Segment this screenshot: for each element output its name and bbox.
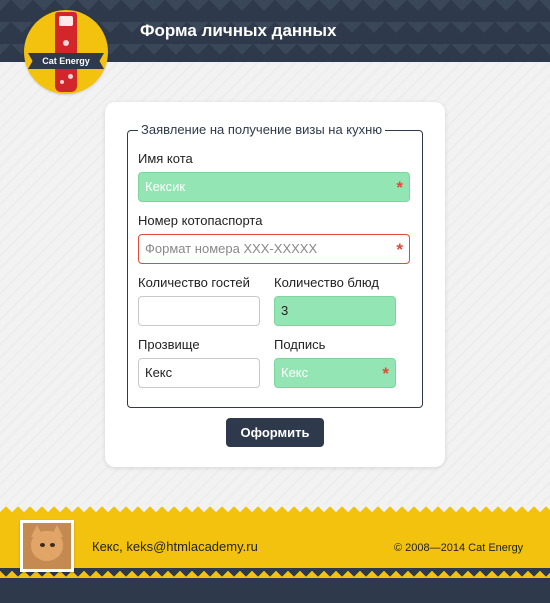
signature-label: Подпись bbox=[274, 337, 326, 352]
cat-name-label: Имя кота bbox=[138, 151, 193, 166]
logo-text: Cat Energy bbox=[42, 56, 90, 66]
bubble-icon bbox=[63, 40, 69, 46]
cat-eye-icon bbox=[50, 543, 55, 547]
visa-fieldset: Заявление на получение визы на кухню Имя… bbox=[127, 122, 423, 408]
page-title: Форма личных данных bbox=[140, 21, 337, 40]
required-asterisk-icon: * bbox=[382, 364, 389, 383]
user-contact[interactable]: Кекс, keks@htmlacademy.ru bbox=[92, 539, 258, 554]
bubble-icon bbox=[68, 74, 73, 79]
fieldset-legend: Заявление на получение визы на кухню bbox=[138, 122, 386, 138]
passport-placeholder: Формат номера XXX-XXXXX bbox=[145, 241, 318, 256]
nickname-input[interactable]: Кекс bbox=[138, 358, 260, 388]
cat-name-value: Кексик bbox=[145, 179, 186, 194]
bubble-icon bbox=[60, 80, 64, 84]
submit-button[interactable]: Оформить bbox=[226, 418, 324, 447]
avatar[interactable] bbox=[20, 520, 74, 572]
required-asterisk-icon: * bbox=[396, 178, 403, 197]
cat-photo-icon bbox=[31, 531, 63, 561]
signature-input[interactable]: Кекс * bbox=[274, 358, 396, 388]
cat-energy-logo[interactable]: Cat Energy bbox=[24, 10, 108, 94]
logo-tube-icon bbox=[55, 12, 77, 92]
nickname-value: Кекс bbox=[145, 365, 173, 380]
copyright-text: © 2008—2014 Cat Energy bbox=[394, 542, 524, 554]
guests-input[interactable] bbox=[138, 296, 260, 326]
cat-name-input[interactable]: Кексик * bbox=[138, 172, 410, 202]
passport-label: Номер котопаспорта bbox=[138, 213, 263, 228]
signature-value: Кекс bbox=[281, 365, 309, 380]
dishes-label: Количество блюд bbox=[274, 275, 379, 290]
required-asterisk-icon: * bbox=[396, 240, 403, 259]
cat-eye-icon bbox=[40, 543, 45, 547]
form-card: Заявление на получение визы на кухню Имя… bbox=[105, 102, 445, 467]
nickname-label: Прозвище bbox=[138, 337, 200, 352]
passport-input[interactable]: Формат номера XXX-XXXXX * bbox=[138, 234, 410, 264]
dishes-value: 3 bbox=[281, 303, 289, 318]
dishes-input[interactable]: 3 bbox=[274, 296, 396, 326]
guests-label: Количество гостей bbox=[138, 275, 250, 290]
footer-zigzag-top bbox=[0, 505, 550, 515]
footer-zigzag-bottom bbox=[0, 568, 550, 578]
